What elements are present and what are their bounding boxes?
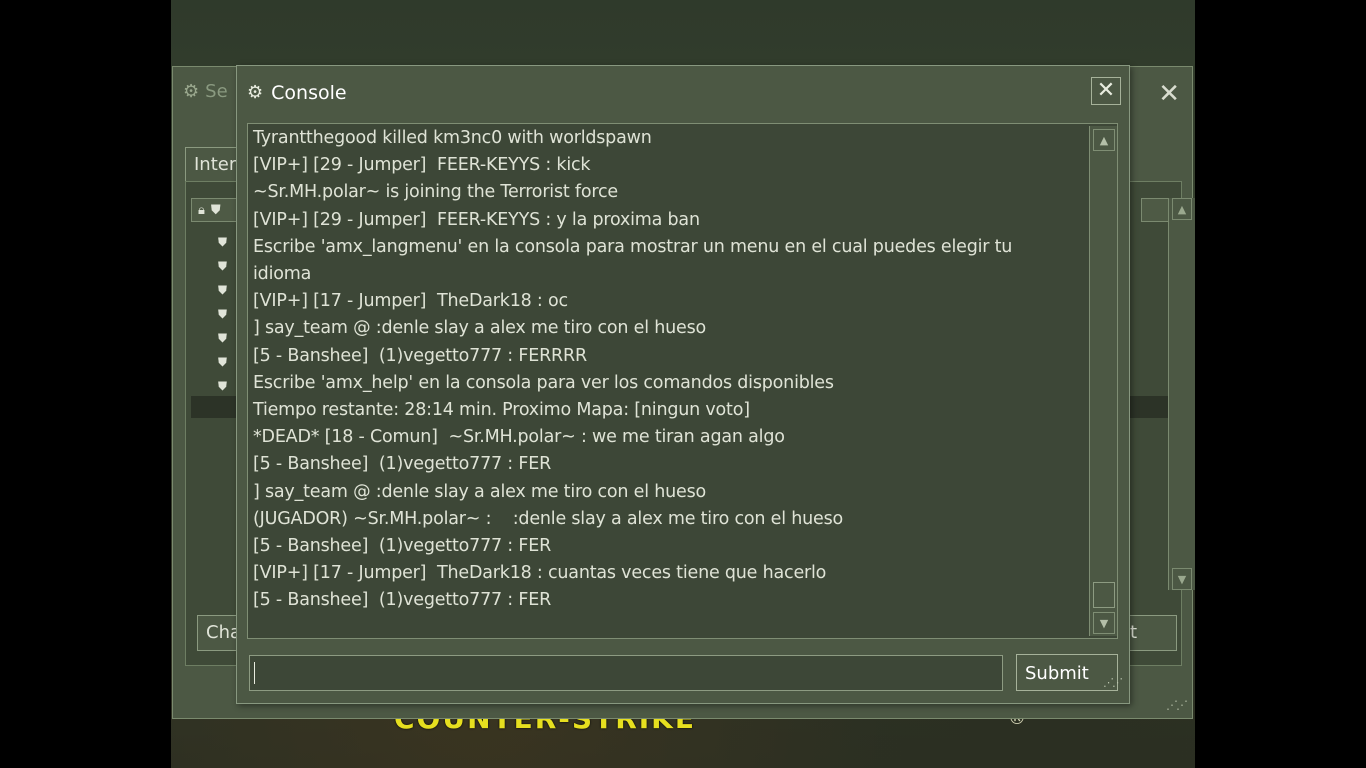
log-line: *DEAD* [18 - Comun] ~Sr.MH.polar~ : we m… [253, 427, 785, 448]
log-line: [5 - Banshee] (1)vegetto777 : FER [253, 590, 552, 611]
shield-icon: ⛊ [210, 203, 221, 218]
console-command-input[interactable] [249, 655, 1003, 691]
close-icon[interactable]: ✕ [1091, 77, 1121, 105]
log-line: [VIP+] [29 - Jumper] FEER-KEYYS : kick [253, 155, 591, 176]
resize-grip-icon[interactable]: ⋰⋰ [1103, 676, 1123, 689]
server-browser-close-icon[interactable]: ✕ [1158, 79, 1180, 109]
log-line: [5 - Banshee] (1)vegetto777 : FER [253, 454, 552, 475]
server-list-scrollbar[interactable]: ▲ ▼ [1168, 198, 1195, 590]
log-line: (JUGADOR) ~Sr.MH.polar~ : :denle slay a … [253, 508, 843, 529]
log-line: [5 - Banshee] (1)vegetto777 : FER [253, 536, 552, 557]
lock-icon: 🔒︎ [198, 203, 205, 218]
console-window: ⚙ Console ✕ Tyrantthegood killed km3nc0 … [236, 65, 1130, 704]
log-line: Escribe 'amx_help' en la consola para ve… [253, 372, 834, 393]
log-line: Escribe 'amx_langmenu' en la consola par… [253, 236, 1013, 257]
server-row-icons: ⛊⛊⛊⛊⛊⛊⛊⛊ [218, 235, 228, 417]
console-scrollbar[interactable]: ▲ ▼ [1089, 126, 1117, 636]
scroll-thumb[interactable] [1093, 582, 1115, 608]
console-log-lines: Tyrantthegood killed km3nc0 with worldsp… [253, 125, 1083, 615]
column-header-right[interactable] [1141, 198, 1171, 222]
log-line: idioma [253, 264, 312, 285]
log-line: [VIP+] [17 - Jumper] TheDark18 : oc [253, 291, 568, 312]
text-caret [254, 662, 255, 684]
log-line: ~Sr.MH.polar~ is joining the Terrorist f… [253, 182, 618, 203]
scroll-down-icon[interactable]: ▼ [1093, 612, 1115, 634]
console-title: Console [271, 82, 347, 104]
log-line: [VIP+] [17 - Jumper] TheDark18 : cuantas… [253, 563, 827, 584]
resize-grip-icon[interactable]: ⋰⋰ [1166, 698, 1188, 712]
scroll-up-icon[interactable]: ▲ [1093, 129, 1115, 151]
log-line: Tiempo restante: 28:14 min. Proximo Mapa… [253, 400, 750, 421]
log-line: [VIP+] [29 - Jumper] FEER-KEYYS : y la p… [253, 209, 700, 230]
server-browser-title: ⚙ Se [183, 81, 228, 102]
scroll-up-icon[interactable]: ▲ [1172, 198, 1192, 220]
log-line: ] say_team @ :denle slay a alex me tiro … [253, 318, 707, 339]
scroll-down-icon[interactable]: ▼ [1172, 568, 1192, 590]
log-line: Tyrantthegood killed km3nc0 with worldsp… [253, 128, 652, 148]
console-log[interactable]: Tyrantthegood killed km3nc0 with worldsp… [247, 123, 1118, 639]
console-title-bar[interactable]: ⚙ Console [247, 79, 347, 107]
server-browser-title-text: Se [205, 81, 228, 102]
log-line: [5 - Banshee] (1)vegetto777 : FERRRR [253, 345, 587, 366]
steam-icon: ⚙ [183, 81, 200, 102]
steam-icon: ⚙ [247, 82, 264, 103]
log-line: ] say_team @ :denle slay a alex me tiro … [253, 481, 707, 502]
